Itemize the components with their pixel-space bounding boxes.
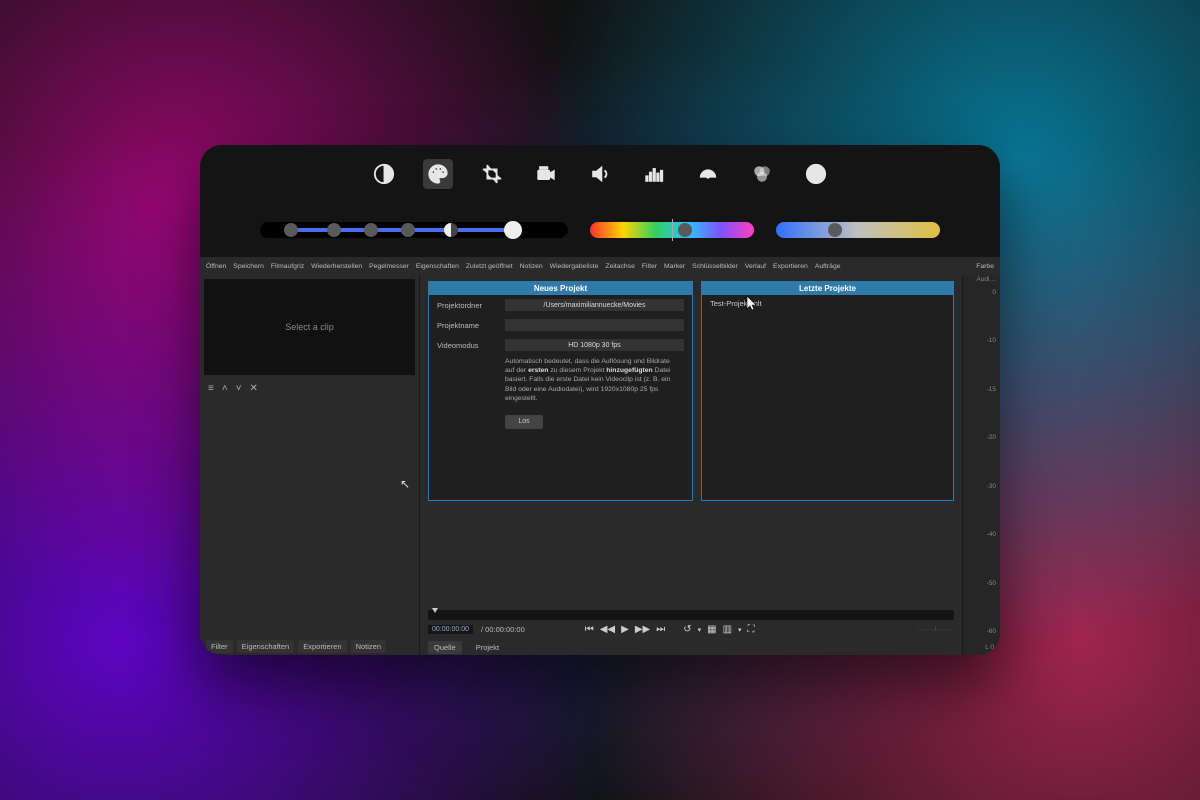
panel-title: Neues Projekt [429, 282, 692, 295]
transport-bar: 00:00:00:00 / 00:00:00:00 ⏮ ◀◀ ▶ ▶▶ ⏭ ↺ … [420, 606, 962, 639]
loop-icon[interactable]: ↺ [683, 624, 691, 635]
grid-icon[interactable]: ▥ [723, 624, 732, 635]
zoom-fit-icon[interactable]: ▦ [707, 624, 716, 635]
play-icon[interactable]: ▶ [621, 624, 629, 635]
app-window: Öffnen Speichern Filmaufgriz Wiederherst… [200, 145, 1000, 655]
auto-mode-description: Automatisch bedeutet, dass die Auflösung… [429, 355, 692, 409]
chevron-down-icon[interactable]: ▾ [738, 626, 742, 634]
info-icon[interactable] [801, 159, 831, 189]
menu-item[interactable]: Filter [642, 263, 657, 270]
audio-meter: Audi… 0 -10 -15 -20 -30 -40 -50 -60 L 0 [962, 275, 1000, 655]
menu-item[interactable]: Wiedergabeliste [550, 263, 599, 270]
color-sliders [200, 203, 1000, 257]
new-project-panel: Neues Projekt Projektordner /Users/maxim… [428, 281, 693, 501]
color-wheels-icon[interactable] [747, 159, 777, 189]
timecode-total: / 00:00:00:00 [481, 625, 525, 634]
hue-slider[interactable] [590, 222, 754, 238]
audio-meter-header: Audi… [976, 276, 996, 283]
folder-field[interactable]: /Users/maximiliannuecke/Movies [505, 299, 684, 311]
start-button[interactable]: Los [505, 415, 543, 429]
panel-title: Letzte Projekte [702, 282, 953, 295]
tab-filter[interactable]: Filter [206, 640, 233, 653]
levels-slider[interactable] [260, 222, 568, 238]
fast-forward-icon[interactable]: ▶▶ [635, 624, 650, 635]
menu-item[interactable]: Verlauf [745, 263, 766, 270]
contrast-icon[interactable] [369, 159, 399, 189]
menu-item[interactable]: Wiederherstellen [311, 263, 362, 270]
recent-projects-panel: Letzte Projekte Test-Projekt.mlt [701, 281, 954, 501]
inspector-toolbar [200, 145, 1000, 203]
menu-item[interactable]: Notizen [520, 263, 543, 270]
main-area: Select a clip ≡ ˄ ˅ ✕ ↖ Filter Eigenscha… [200, 275, 1000, 655]
zoom-readout: ········ / ········ [917, 627, 954, 633]
menu-item[interactable]: Pegelmesser [369, 263, 409, 270]
tab-export[interactable]: Exportieren [298, 640, 346, 653]
scrub-bar[interactable] [428, 610, 954, 620]
rewind-icon[interactable]: ◀◀ [600, 624, 615, 635]
tab-source[interactable]: Quelle [428, 641, 462, 654]
center-column: Neues Projekt Projektordner /Users/maxim… [420, 275, 962, 655]
audio-scale: 0 -10 -15 -20 -30 -40 -50 -60 [987, 289, 996, 635]
menu-item[interactable]: Schlüsselbilder [692, 263, 738, 270]
menu-item[interactable]: Marker [664, 263, 685, 270]
mode-field[interactable]: HD 1080p 30 fps [505, 339, 684, 351]
folder-label: Projektordner [437, 301, 499, 310]
speedometer-icon[interactable] [693, 159, 723, 189]
menu-item[interactable]: Speichern [233, 263, 264, 270]
menu-icon[interactable]: ≡ [208, 383, 214, 394]
name-field[interactable] [505, 319, 684, 331]
clip-preview: Select a clip [204, 279, 415, 375]
chevron-down-icon[interactable]: ˅ [236, 383, 242, 394]
playback-buttons: ⏮ ◀◀ ▶ ▶▶ ⏭ ↺ ▾ ▦ ▥ ▾ ⛶ [585, 624, 755, 635]
left-column: Select a clip ≡ ˄ ˅ ✕ ↖ Filter Eigenscha… [200, 275, 420, 655]
menu-item[interactable]: Exportieren [773, 263, 808, 270]
timecode-input[interactable]: 00:00:00:00 [428, 625, 473, 634]
skip-end-icon[interactable]: ⏭ [656, 624, 665, 635]
menu-item[interactable]: Zeitachse [605, 263, 634, 270]
left-controls: ≡ ˄ ˅ ✕ [200, 379, 419, 397]
left-tabs: Filter Eigenschaften Exportieren Notizen [200, 637, 419, 655]
temperature-slider[interactable] [776, 222, 940, 238]
tab-properties[interactable]: Eigenschaften [237, 640, 295, 653]
chevron-down-icon[interactable]: ▾ [698, 626, 702, 634]
chevron-up-icon[interactable]: ˄ [222, 383, 228, 394]
source-tabs: Quelle Projekt [420, 639, 962, 655]
mode-label: Videomodus [437, 341, 499, 350]
menu-item[interactable]: Eigenschaften [416, 263, 459, 270]
skip-start-icon[interactable]: ⏮ [585, 624, 594, 635]
palette-icon[interactable] [423, 159, 453, 189]
menu-item[interactable]: Zuletzt geöffnet [466, 263, 513, 270]
crop-icon[interactable] [477, 159, 507, 189]
menu-item-right[interactable]: Farbe [976, 263, 994, 270]
cursor-icon: ↖ [400, 477, 410, 491]
audio-channel-label: L 0 [985, 644, 994, 651]
equalizer-icon[interactable] [639, 159, 669, 189]
menu-item[interactable]: Filmaufgriz [271, 263, 304, 270]
menu-item[interactable]: Öffnen [206, 263, 226, 270]
menu-item[interactable]: Aufträge [815, 263, 841, 270]
close-icon[interactable]: ✕ [250, 383, 258, 394]
tab-project[interactable]: Projekt [470, 641, 505, 654]
tab-notes[interactable]: Notizen [351, 640, 386, 653]
menu-strip: Öffnen Speichern Filmaufgriz Wiederherst… [200, 257, 1000, 275]
volume-icon[interactable] [585, 159, 615, 189]
fullscreen-icon[interactable]: ⛶ [748, 624, 755, 635]
name-label: Projektname [437, 321, 499, 330]
recent-project-item[interactable]: Test-Projekt.mlt [702, 295, 953, 312]
camera-icon[interactable] [531, 159, 561, 189]
